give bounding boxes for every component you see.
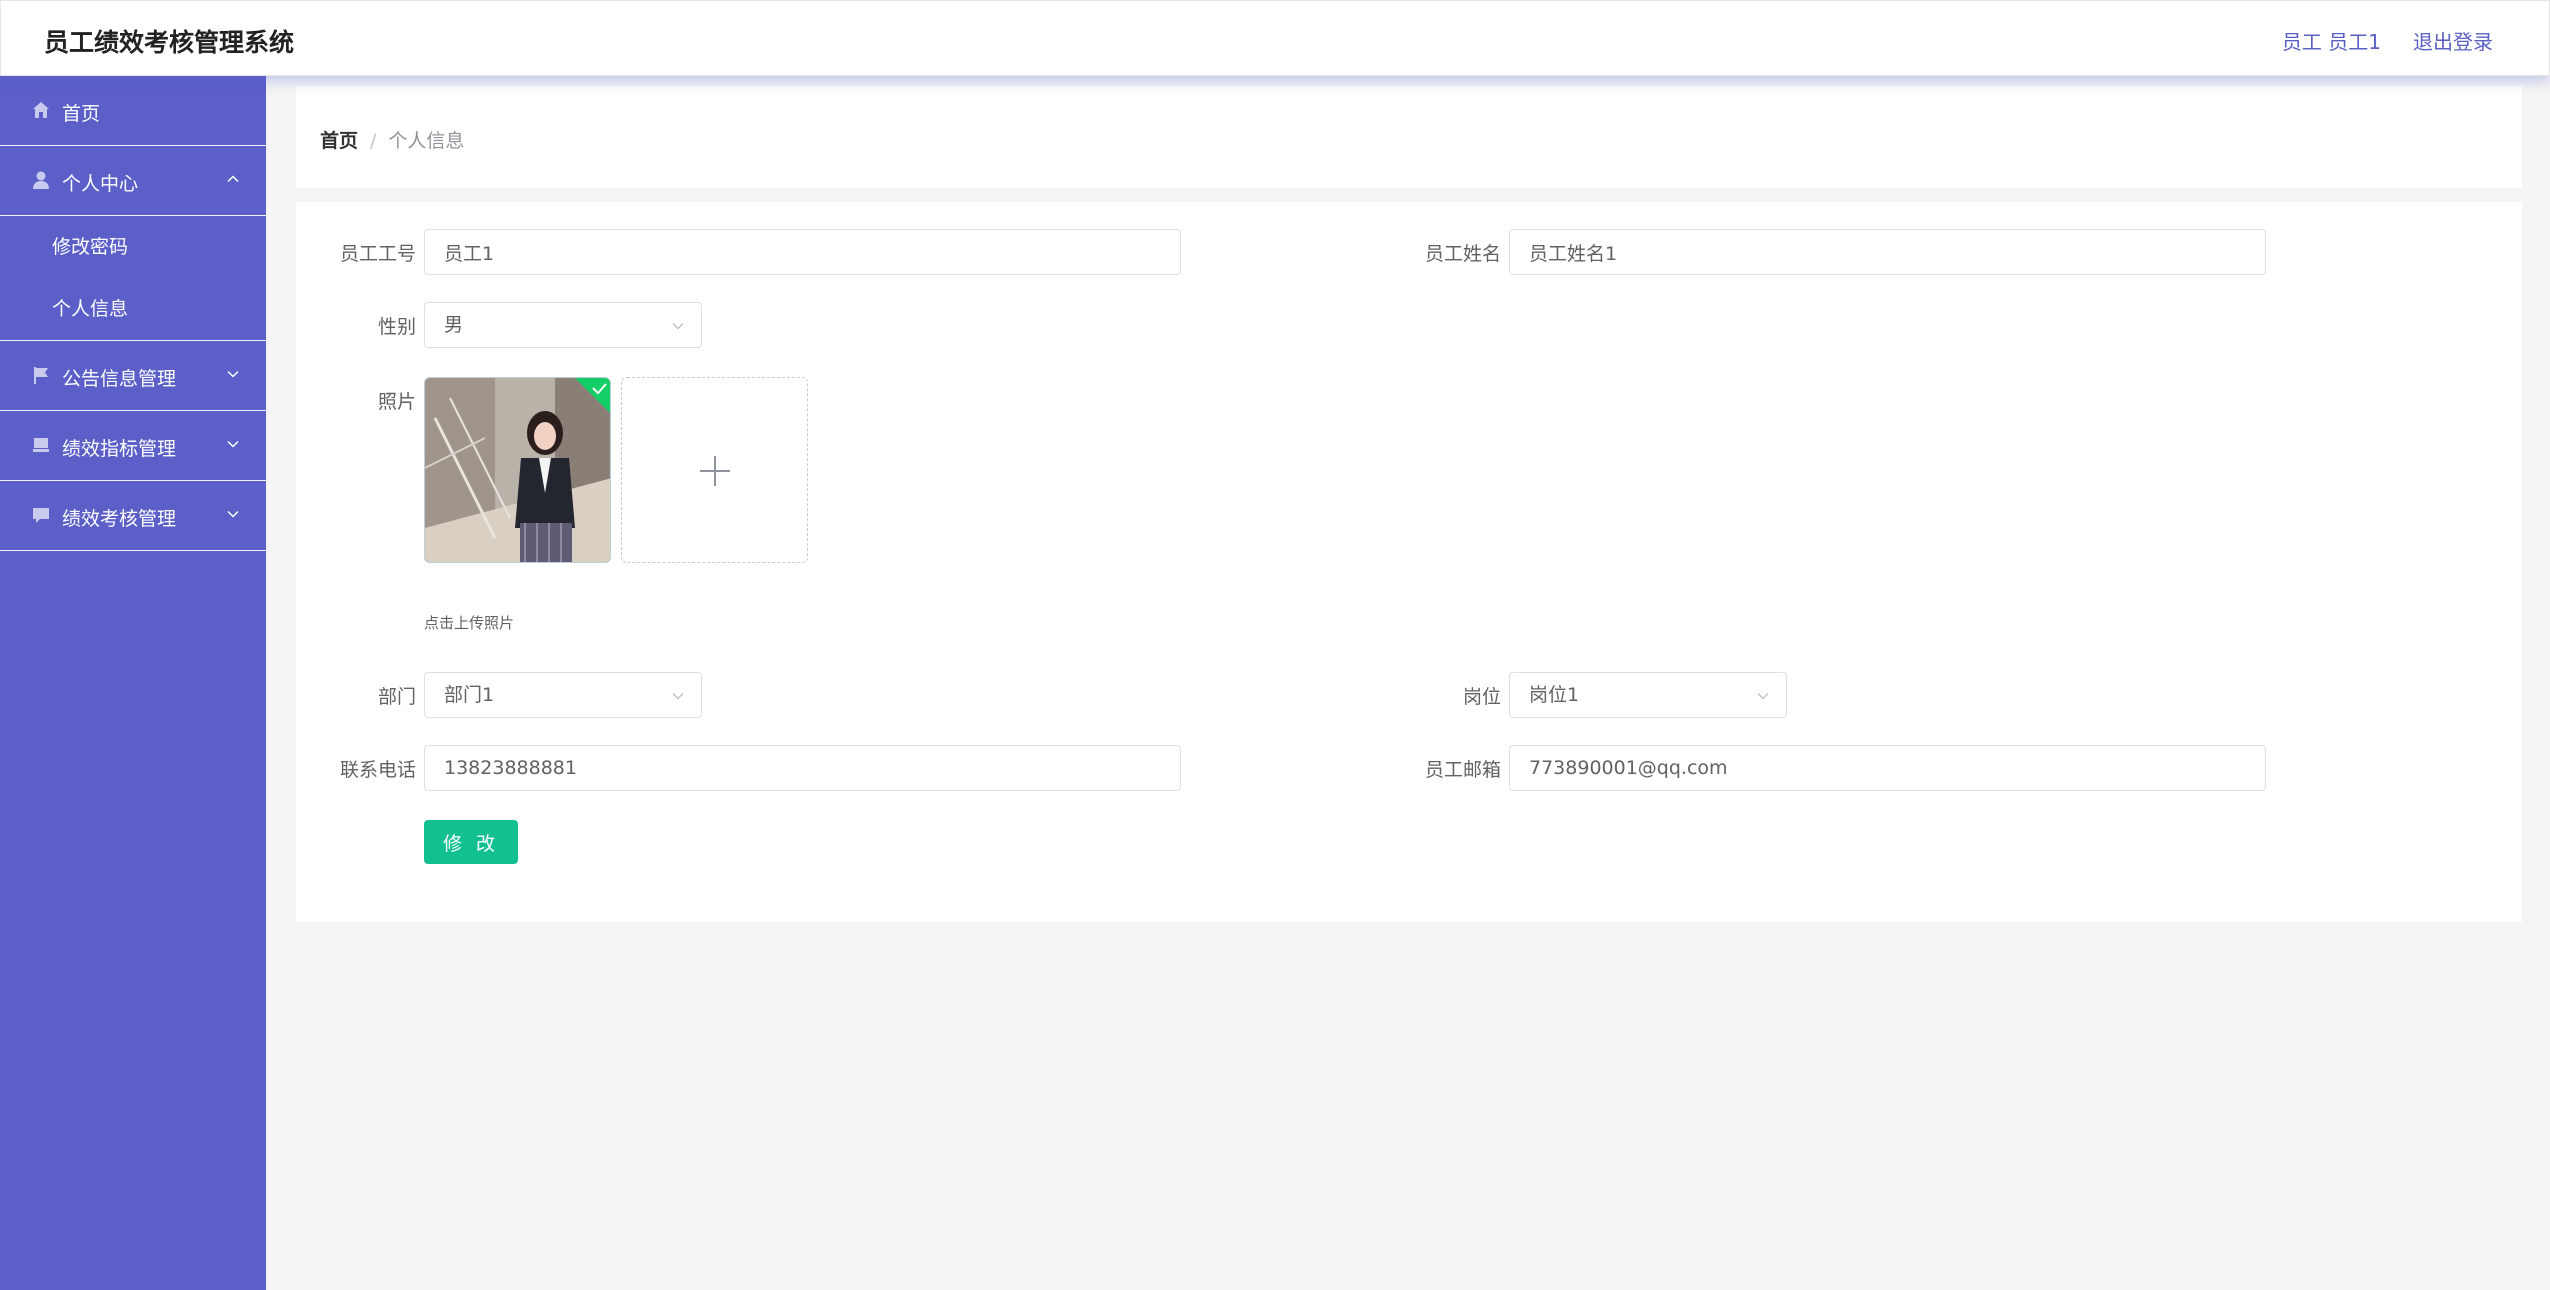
uploaded-photo[interactable] [424,377,611,563]
user-icon [33,171,49,189]
tray-icon [33,438,49,452]
breadcrumb: 首页 / 个人信息 [320,126,464,153]
employee-id-input[interactable] [424,229,1181,275]
message-icon [33,508,49,523]
app-title: 员工绩效考核管理系统 [44,28,295,57]
home-icon [33,102,49,118]
sidebar-item-personal-info[interactable]: 个人信息 [0,278,266,340]
logout-link[interactable]: 退出登录 [2413,26,2493,55]
sidebar-item-indicator-management[interactable]: 绩效指标管理 [0,411,266,481]
chevron-up-icon [227,175,239,183]
sidebar-item-home[interactable]: 首页 [0,76,266,146]
sidebar-item-change-password[interactable]: 修改密码 [0,216,266,278]
sidebar-item-label: 公告信息管理 [62,368,177,390]
upload-hint: 点击上传照片 [424,614,515,632]
chevron-down-icon [672,322,684,330]
personal-info-form: 员工工号 员工姓名 性别 男 照片 [296,202,2522,922]
chevron-down-icon [227,440,239,448]
employee-id-label: 员工工号 [339,243,416,265]
flag-icon [34,367,48,384]
department-label: 部门 [377,686,416,708]
position-select[interactable]: 岗位1 [1509,672,1787,718]
photo-upload-button[interactable] [621,377,808,563]
plus-icon [700,456,730,486]
email-label: 员工邮箱 [1424,759,1501,781]
email-input[interactable] [1509,745,2266,791]
gender-label: 性别 [377,316,416,338]
breadcrumb-current: 个人信息 [388,130,465,152]
update-button[interactable]: 修 改 [424,820,518,864]
sidebar: 首页 个人中心 修改密码 个人信息 公告信息管理 绩效指标管理 绩效考核管理 [0,76,266,1290]
top-header: 员工绩效考核管理系统 员工 员工1 退出登录 [0,0,2550,76]
position-label: 岗位 [1462,686,1501,708]
employee-name-input[interactable] [1509,229,2266,275]
sidebar-item-label: 绩效指标管理 [62,438,177,460]
personal-center-submenu: 修改密码 个人信息 [0,216,266,341]
chevron-down-icon [227,510,239,518]
position-selected-value: 岗位1 [1529,684,1580,706]
phone-input[interactable] [424,745,1181,791]
employee-photo-image [425,378,610,562]
department-selected-value: 部门1 [444,684,495,706]
employee-name-label: 员工姓名 [1424,243,1501,265]
sidebar-item-personal-center[interactable]: 个人中心 [0,146,266,216]
chevron-down-icon [227,370,239,378]
sidebar-item-label: 个人中心 [62,173,139,195]
gender-selected-value: 男 [444,314,464,336]
breadcrumb-home[interactable]: 首页 [320,130,358,152]
sidebar-item-notice-management[interactable]: 公告信息管理 [0,341,266,411]
sidebar-item-label: 绩效考核管理 [62,508,177,530]
breadcrumb-card: 首页 / 个人信息 [296,86,2522,188]
sidebar-item-label: 首页 [62,103,101,125]
chevron-down-icon [1757,692,1769,700]
phone-label: 联系电话 [339,759,416,781]
department-select[interactable]: 部门1 [424,672,702,718]
photo-label: 照片 [377,391,416,413]
breadcrumb-separator: / [370,130,377,152]
gender-select[interactable]: 男 [424,302,702,348]
chevron-down-icon [672,692,684,700]
sidebar-item-appraisal-management[interactable]: 绩效考核管理 [0,481,266,551]
current-user-label: 员工 员工1 [2281,30,2381,54]
